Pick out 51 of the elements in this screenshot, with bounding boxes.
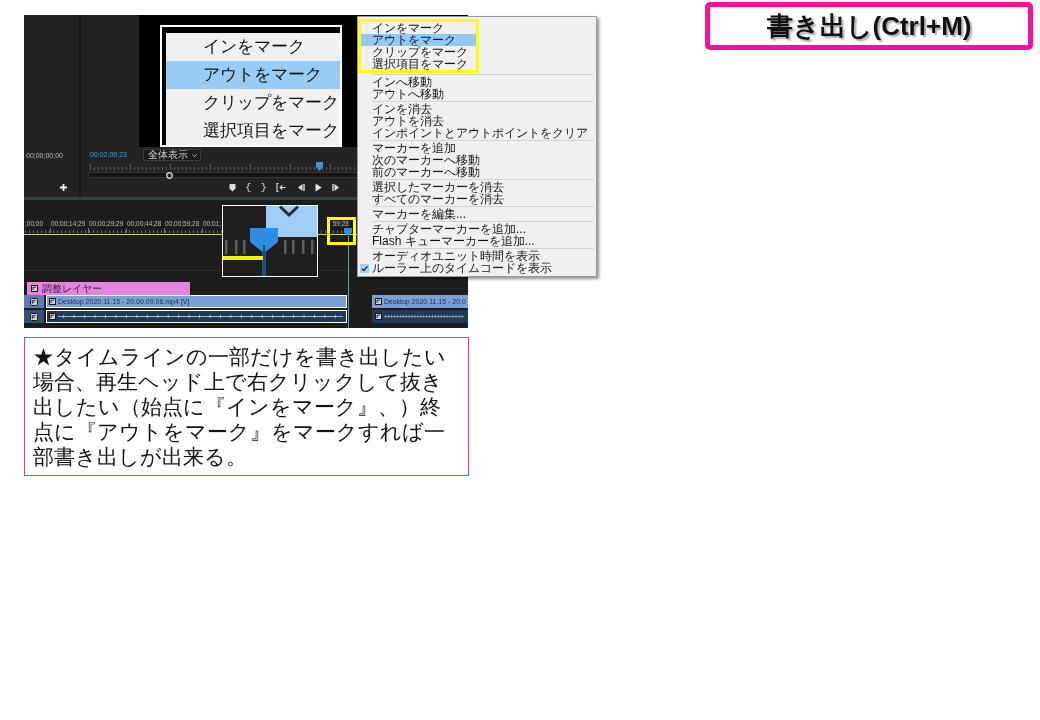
menu-item[interactable]: インを消去 bbox=[358, 103, 596, 115]
menu-item[interactable]: 選択したマーカーを消去 bbox=[358, 181, 596, 193]
zoomed-menu-label: クリップをマーク bbox=[202, 92, 340, 114]
menu-item[interactable]: クリップをマーク bbox=[361, 46, 476, 58]
menu-item[interactable]: 選択項目をマーク bbox=[361, 58, 476, 70]
menu-item[interactable]: マーカーを編集... bbox=[358, 208, 596, 220]
zoomed-menu-label: インをマーク bbox=[202, 36, 306, 58]
step-forward-icon[interactable] bbox=[332, 183, 341, 192]
menu-item[interactable]: マーカーを追加 bbox=[358, 142, 596, 154]
playhead-marker-icon[interactable] bbox=[344, 228, 353, 236]
playhead-marker-icon[interactable] bbox=[316, 162, 324, 171]
step-back-icon[interactable] bbox=[296, 183, 305, 192]
view-dropdown[interactable]: 全体表示 bbox=[143, 149, 201, 161]
clip-badge-icon bbox=[49, 298, 56, 305]
menu-item[interactable]: オーディオユニット時間を表示 bbox=[358, 250, 596, 262]
adjustment-clip[interactable]: 調整レイヤー bbox=[27, 282, 190, 295]
menu-item[interactable]: チャプターマーカーを追加... bbox=[358, 223, 596, 235]
clip-badge-icon bbox=[31, 285, 38, 292]
audio-clip[interactable] bbox=[372, 310, 468, 323]
menu-item[interactable]: アウトへ移動 bbox=[358, 88, 596, 100]
menu-item[interactable]: アウトをマーク bbox=[361, 34, 476, 46]
audio-clip[interactable] bbox=[46, 310, 347, 323]
scroll-handle-icon[interactable] bbox=[166, 171, 173, 179]
title-banner: 書き出し(Ctrl+M) bbox=[705, 2, 1033, 50]
menu-item[interactable]: Flash キューマーカーを追加... bbox=[358, 235, 596, 247]
check-icon bbox=[278, 205, 300, 218]
work-area-bar bbox=[223, 256, 263, 260]
menu-item[interactable]: ルーラー上のタイムコードを表示 bbox=[358, 262, 596, 274]
note-callout: ★タイムラインの一部だけを書き出したい場合、再生ヘッド上で右クリックして抜き出したい（始点に『インをマーク』、）終点に『アウトをマーク』をマークすれば一部書き出しが出来る。 bbox=[24, 337, 469, 476]
playhead-marker-icon bbox=[250, 228, 278, 276]
menu-item[interactable]: 次のマーカーへ移動 bbox=[358, 154, 596, 166]
zoomed-menu-label: 選択項目をマーク bbox=[202, 120, 340, 142]
right-brace-icon[interactable] bbox=[261, 183, 266, 192]
clip-badge-icon bbox=[375, 298, 382, 305]
brace-arrow-icon[interactable] bbox=[276, 183, 286, 192]
left-brace-icon[interactable] bbox=[246, 183, 251, 192]
menu-item[interactable]: アウトを消去 bbox=[358, 115, 596, 127]
marker-icon[interactable] bbox=[229, 183, 236, 192]
add-icon[interactable] bbox=[60, 184, 67, 191]
zoomed-menu-label: アウトをマーク bbox=[166, 61, 340, 89]
clip-badge-icon bbox=[49, 313, 56, 320]
menu-item[interactable]: すべてのマーカーを消去 bbox=[358, 193, 596, 205]
menu-item[interactable]: インへ移動 bbox=[358, 76, 596, 88]
caret-icon bbox=[192, 153, 197, 157]
play-icon[interactable] bbox=[315, 183, 322, 192]
toggle-square-icon[interactable] bbox=[30, 312, 38, 321]
toggle-square-icon[interactable] bbox=[30, 297, 38, 306]
clip-badge-icon bbox=[375, 313, 382, 320]
menu-item[interactable]: インをマーク bbox=[361, 22, 476, 34]
menu-item[interactable]: 前のマーカーへ移動 bbox=[358, 166, 596, 178]
menu-item[interactable]: インポイントとアウトポイントをクリア bbox=[358, 127, 596, 139]
